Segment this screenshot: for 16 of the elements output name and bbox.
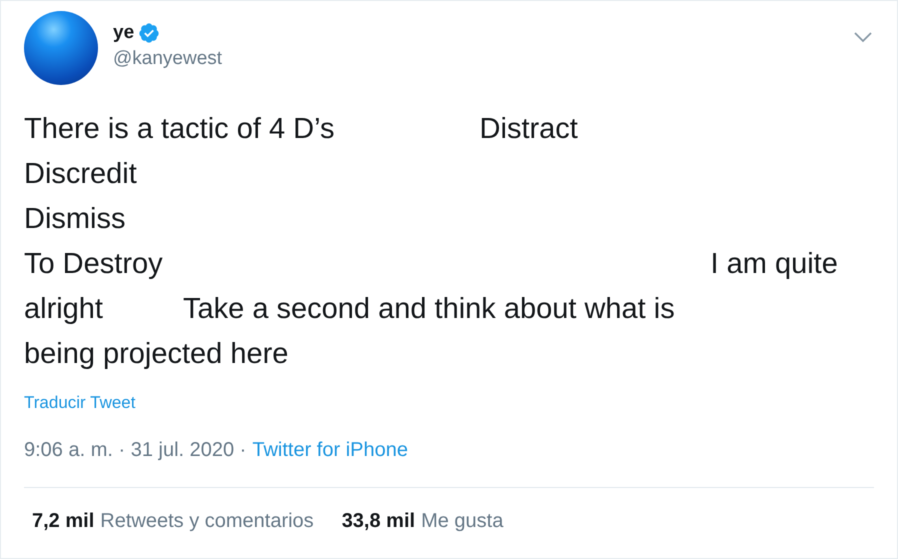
tweet-text-line: To Destroy I am quite: [24, 247, 838, 282]
translate-link[interactable]: Traducir Tweet: [24, 393, 136, 413]
display-name[interactable]: ye: [113, 22, 134, 44]
tweet-text-line: Discredit: [24, 157, 137, 192]
source-link[interactable]: Twitter for iPhone: [252, 439, 408, 462]
stat-count[interactable]: 7,2 mil: [32, 510, 94, 533]
tweet-text-line: alright Take a second and think about what is: [24, 292, 675, 327]
stat-label[interactable]: Me gusta: [421, 510, 504, 533]
timestamp: 9:06 a. m. · 31 jul. 2020 ·: [24, 439, 246, 462]
stat-count[interactable]: 33,8 mil: [342, 510, 416, 533]
tweet-text-line: Dismiss: [24, 202, 126, 237]
tweet-text-line: being projected here: [24, 337, 288, 372]
chevron-down-icon[interactable]: [853, 31, 873, 43]
stat-label[interactable]: Retweets y comentarios: [100, 510, 314, 533]
tweet-text-line: There is a tactic of 4 D’s Distract: [24, 112, 578, 147]
username[interactable]: @kanyewest: [113, 48, 222, 70]
